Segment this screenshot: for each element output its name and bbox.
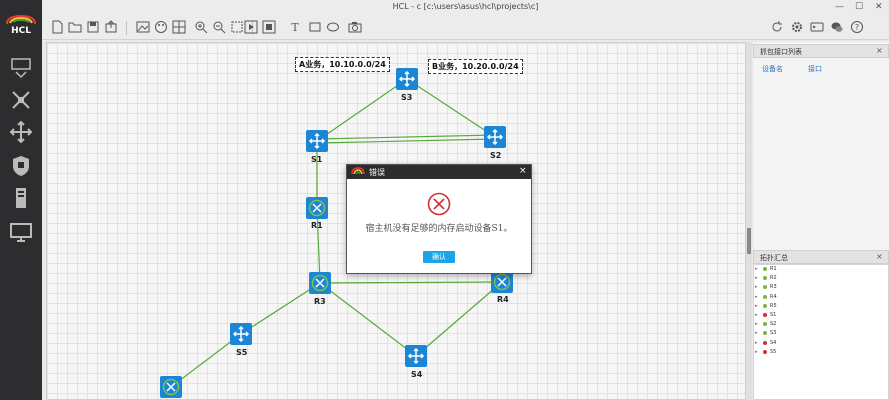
expand-arrow-icon[interactable]: ▸: [755, 266, 758, 272]
device-label-s4: S4: [411, 370, 423, 379]
topology-item-name: S5: [770, 348, 777, 355]
status-dot: [763, 294, 767, 299]
link-s1-s2-a: [316, 134, 496, 140]
topology-item[interactable]: ▸ S2: [755, 321, 815, 329]
topology-item-name: R3: [770, 284, 777, 291]
link-s1-s2-b: [316, 138, 496, 144]
scrollbar-thumb[interactable]: [747, 228, 751, 254]
status-dot: [763, 349, 767, 354]
panel-close-icon[interactable]: ×: [876, 252, 883, 261]
switch-s4-icon[interactable]: [405, 345, 427, 367]
status-dot: [763, 267, 767, 271]
capture-panel-header: 抓包接口列表 ×: [753, 44, 889, 58]
topology-item[interactable]: ▸ S5: [755, 349, 815, 357]
topology-panel-header: 拓扑汇总 ×: [753, 250, 889, 264]
device-label-r1: R1: [311, 221, 323, 230]
topology-item-name: S2: [770, 321, 777, 328]
device-label-s1: S1: [311, 155, 323, 164]
switch-s1-icon[interactable]: [306, 130, 328, 152]
link-r3-r4: [319, 281, 503, 284]
topology-item-name: S4: [770, 339, 777, 346]
expand-arrow-icon[interactable]: ▸: [755, 294, 758, 300]
status-dot: [763, 285, 767, 290]
switch-s3-icon[interactable]: [396, 68, 418, 90]
topology-panel-title: 拓扑汇总: [760, 254, 788, 262]
topology-item-name: R2: [770, 275, 777, 282]
panel-close-icon[interactable]: ×: [876, 46, 883, 55]
router-r4-icon[interactable]: [491, 271, 513, 293]
expand-arrow-icon[interactable]: ▸: [755, 340, 758, 346]
expand-arrow-icon[interactable]: ▸: [755, 312, 758, 318]
error-icon: [427, 192, 451, 216]
switch-s5-icon[interactable]: [230, 323, 252, 345]
status-dot: [763, 303, 767, 308]
topology-item[interactable]: ▸ R2: [755, 275, 815, 283]
device-label-s2: S2: [490, 151, 502, 160]
topology-item[interactable]: ▸ S3: [755, 330, 815, 338]
topology-item-name: R5: [770, 302, 777, 309]
canvas-scrollbar[interactable]: [746, 42, 752, 400]
status-dot: [763, 313, 767, 317]
error-dialog: 错误 × 宿主机没有足够的内存启动设备S1。 确认: [346, 164, 532, 274]
topology-item[interactable]: ▸ R5: [755, 303, 815, 311]
hcl-cloud-icon: [351, 167, 365, 175]
hcl-app-window: HCL HCL - c [c:\users\asus\hcl\projects\…: [0, 0, 889, 400]
device-label-s3: S3: [401, 93, 413, 102]
status-dot: [763, 276, 767, 281]
device-label-r4: R4: [497, 295, 509, 304]
device-label-r3: R3: [314, 297, 326, 306]
router-r3-icon[interactable]: [309, 272, 331, 294]
close-icon[interactable]: ×: [519, 166, 527, 176]
router-r5-icon[interactable]: [160, 376, 182, 398]
link-r4-s4: [415, 281, 503, 357]
link-s3-s2: [406, 78, 496, 138]
switch-s2-icon[interactable]: [484, 126, 506, 148]
link-s3-s1: [316, 78, 408, 142]
expand-arrow-icon[interactable]: ▸: [755, 303, 758, 309]
topology-item[interactable]: ▸ R4: [755, 294, 815, 302]
expand-arrow-icon[interactable]: ▸: [755, 330, 758, 336]
expand-arrow-icon[interactable]: ▸: [755, 284, 758, 290]
router-r1-icon[interactable]: [306, 197, 328, 219]
confirm-button[interactable]: 确认: [423, 251, 455, 263]
expand-arrow-icon[interactable]: ▸: [755, 275, 758, 281]
expand-arrow-icon[interactable]: ▸: [755, 349, 758, 355]
column-interface[interactable]: 接口: [808, 64, 822, 74]
dialog-header[interactable]: 错误 ×: [347, 165, 531, 179]
device-label-s5: S5: [236, 348, 248, 357]
dialog-title: 错误: [369, 168, 385, 177]
column-device-name[interactable]: 设备名: [762, 64, 783, 74]
capture-panel-title: 抓包接口列表: [760, 48, 802, 56]
link-r3-s4: [319, 282, 417, 357]
topology-item[interactable]: ▸ R1: [755, 266, 815, 274]
status-dot: [763, 331, 767, 336]
topology-item[interactable]: ▸ S1: [755, 312, 815, 320]
topology-item-name: S1: [770, 312, 777, 318]
topology-item[interactable]: ▸ R3: [755, 284, 815, 292]
error-message: 宿主机没有足够的内存启动设备S1。: [365, 224, 513, 234]
status-dot: [763, 340, 767, 345]
service-a-label[interactable]: A业务，10.10.0.0/24: [295, 57, 390, 72]
status-dot: [763, 322, 767, 327]
topology-item[interactable]: ▸ S4: [755, 340, 815, 348]
topology-item-name: S3: [770, 330, 777, 337]
topology-item-name: R4: [770, 293, 777, 300]
expand-arrow-icon[interactable]: ▸: [755, 321, 758, 327]
topology-item-name: R1: [770, 266, 777, 272]
service-b-label[interactable]: B业务，10.20.0.0/24: [428, 59, 523, 74]
